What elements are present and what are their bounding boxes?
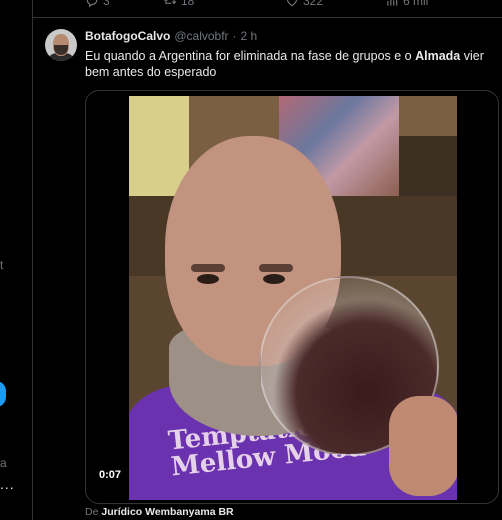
tweet[interactable]: BotafogoCalvo @calvobfr · 2 h Eu quando … [33,19,502,520]
like-count: 322 [303,0,324,8]
video-frame[interactable]: Temptations in a Mellow Mood [129,96,457,500]
tweet-time[interactable]: 2 h [241,29,258,43]
tweet-text-bold: Almada [415,49,461,63]
avatar[interactable] [45,29,77,61]
user-handle[interactable]: @calvobfr [174,29,228,43]
display-name[interactable]: BotafogoCalvo [85,29,170,43]
source-account-link[interactable]: Jurídico Wembanyama BR [101,506,233,518]
retweet-button[interactable]: 18 [163,0,194,8]
like-icon [286,0,298,7]
separator-dot: · [232,29,237,43]
like-button[interactable]: 322 [285,0,323,8]
tweet-text-part-1: Eu quando a Argentina for eliminada na f… [85,49,416,63]
views-count: 6 mil [403,0,429,8]
nav-edge-glyph: t [0,258,4,272]
nav-edge-glyph-2: a [0,456,7,470]
tweet-header: BotafogoCalvo @calvobfr · 2 h [85,29,257,43]
more-options-icon[interactable]: ... [0,476,15,492]
views-button[interactable]: 6 mil [385,0,428,8]
post-button[interactable] [0,381,6,407]
video-source: De Jurídico Wembanyama BR [85,506,234,518]
video-duration: 0:07 [94,467,127,483]
views-icon [387,0,398,6]
previous-tweet-actions: 3 18 322 6 mil [33,0,502,18]
video-player[interactable]: Temptations in a Mellow Mood 0:07 [85,90,499,504]
tweet-text: Eu quando a Argentina for eliminada na f… [85,48,495,80]
retweet-icon [163,0,177,5]
source-prefix: De [85,506,99,518]
reply-count: 3 [103,0,110,8]
reply-button[interactable]: 3 [85,0,110,8]
reply-icon [86,0,98,8]
retweet-count: 18 [181,0,195,8]
timeline-column: 3 18 322 6 mil BotafogoCalvo @calvobfr ·… [32,0,502,520]
left-navigation: t a ... [0,0,32,520]
